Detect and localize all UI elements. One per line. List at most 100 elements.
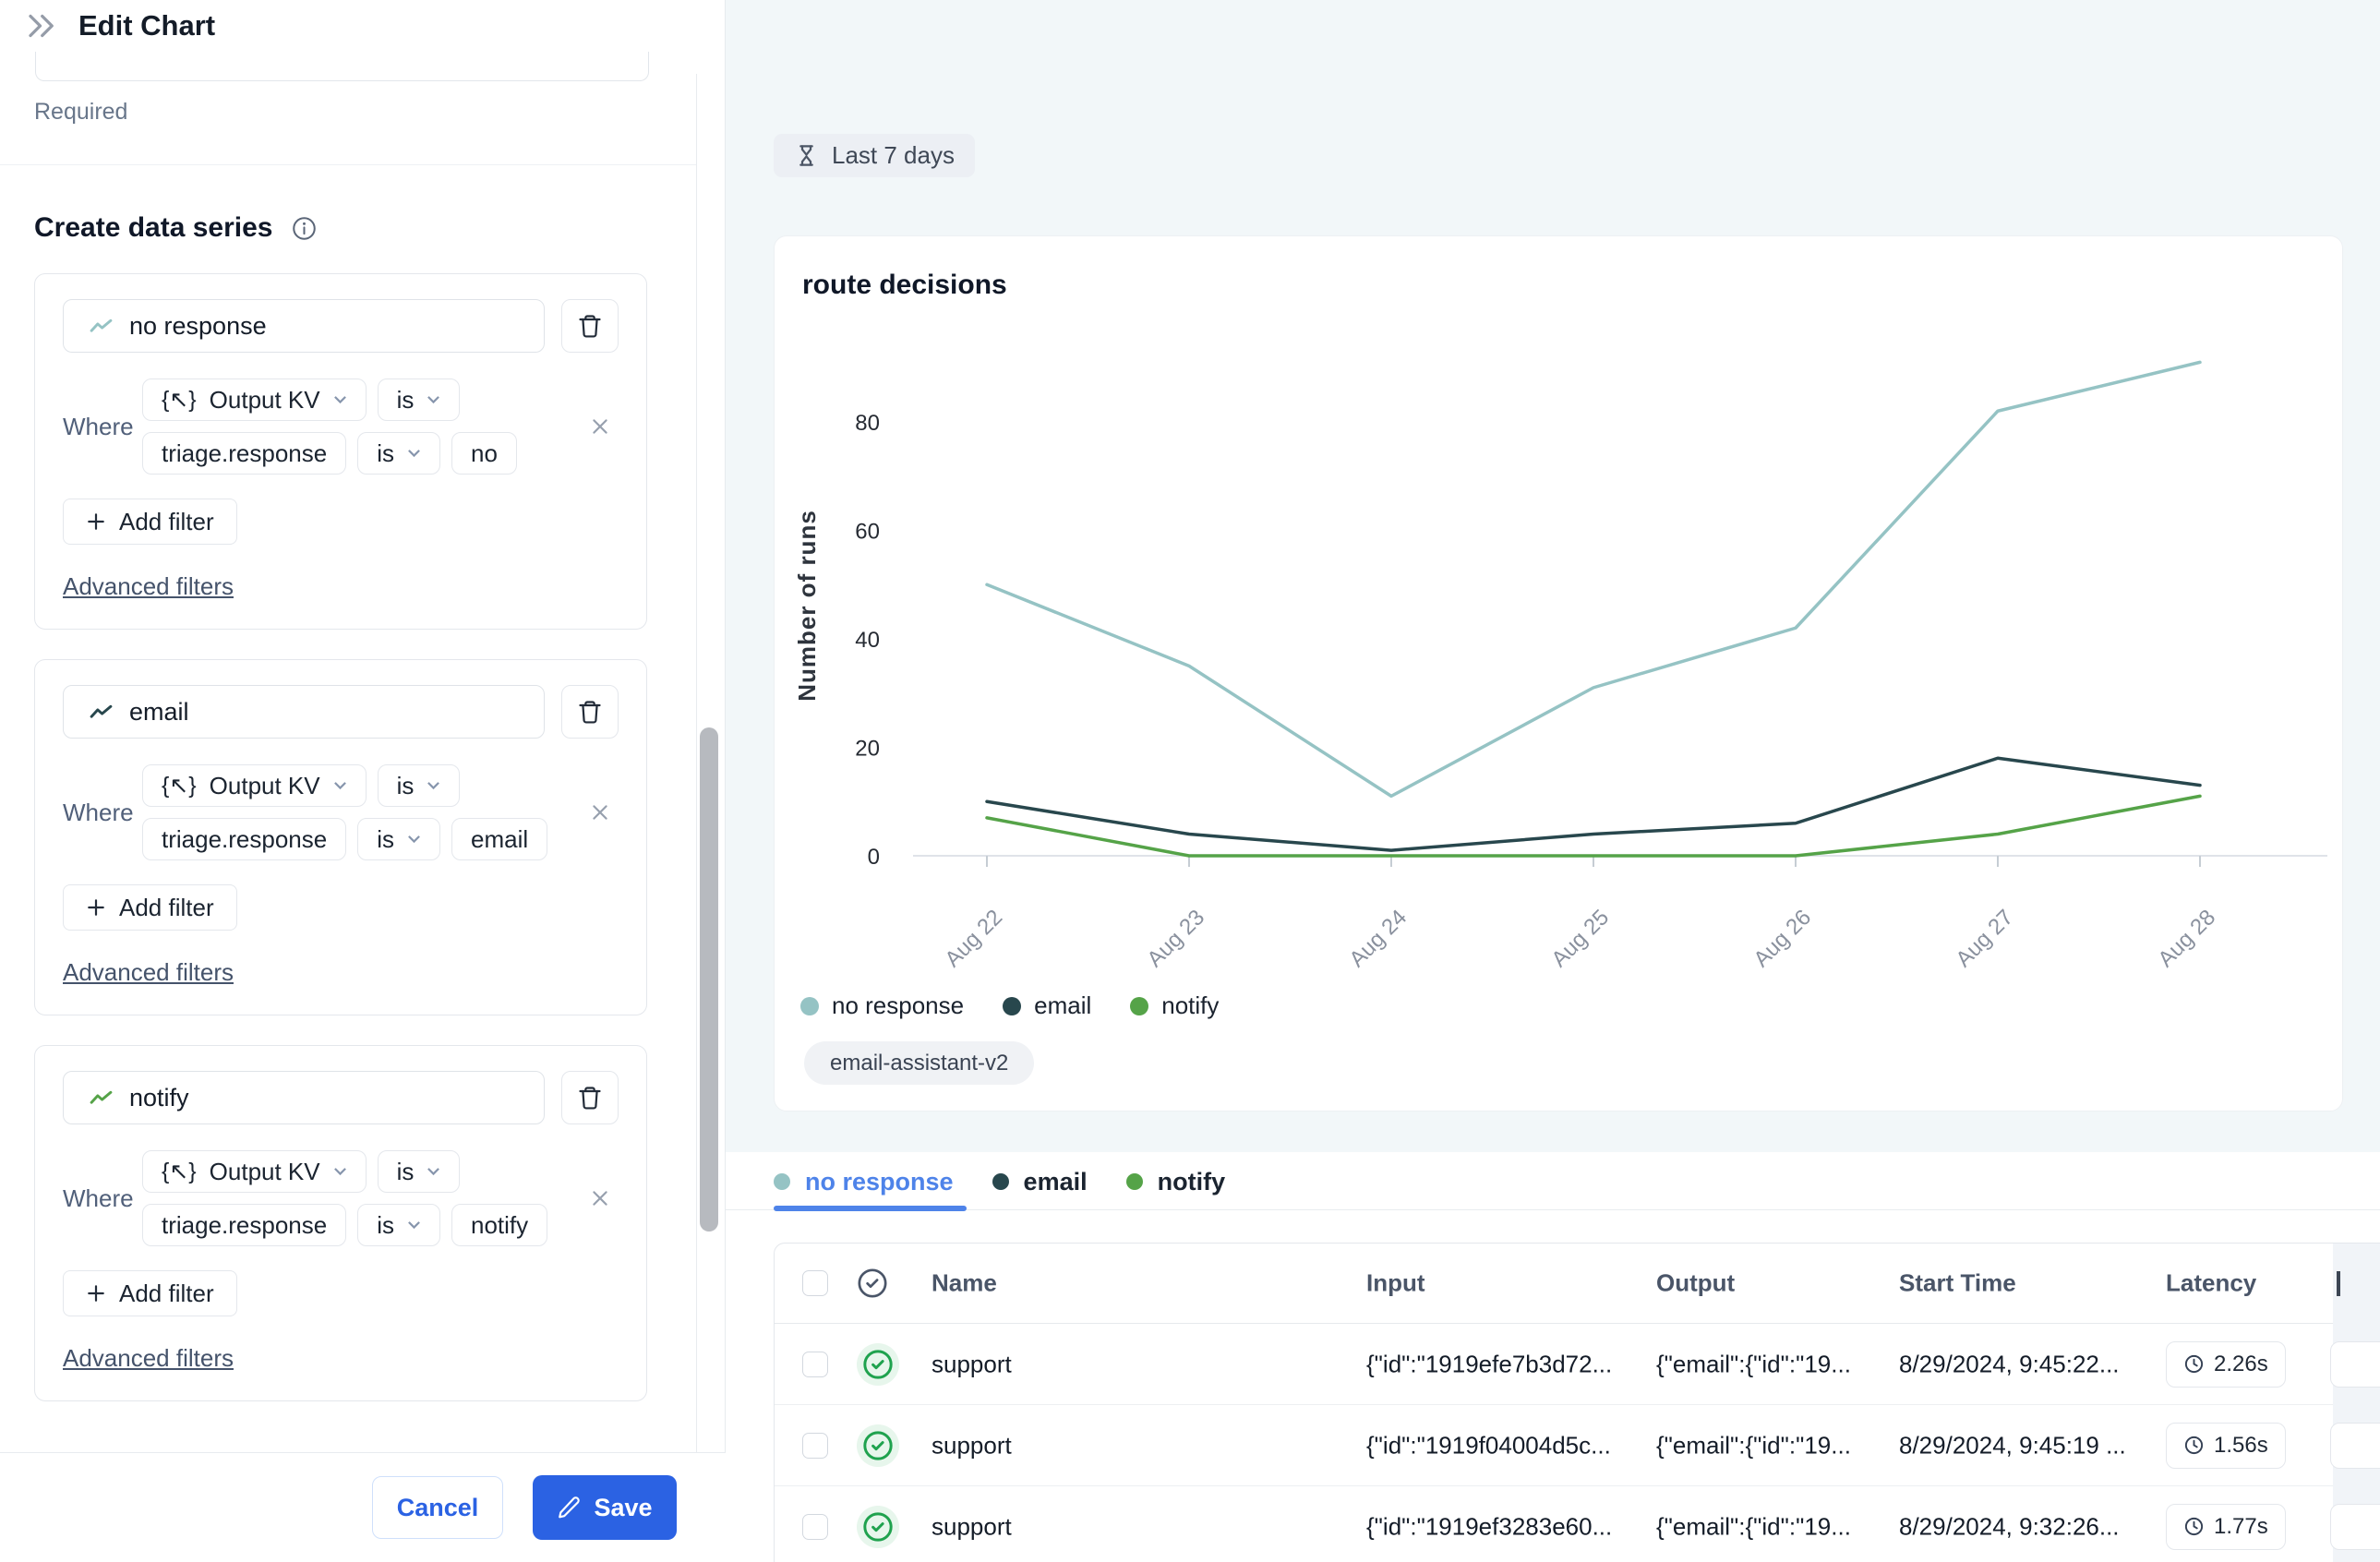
success-status-icon — [857, 1343, 899, 1386]
delete-series-button[interactable] — [561, 1071, 619, 1124]
column-header-name[interactable]: Name — [932, 1269, 997, 1298]
add-filter-button[interactable]: Add filter — [63, 1270, 237, 1316]
series-name-input[interactable]: email — [63, 685, 545, 739]
filter-key-operator-pill[interactable]: is — [357, 818, 440, 860]
status-column-icon[interactable] — [857, 1268, 888, 1299]
line-chart-svg: Aug 22Aug 23Aug 24Aug 25Aug 26Aug 27Aug … — [775, 236, 2344, 1112]
data-series-card: no response Where {↖} Output KV — [34, 273, 647, 630]
delete-series-button[interactable] — [561, 685, 619, 739]
legend-item[interactable]: email — [1003, 991, 1091, 1020]
run-output: {"email":{"id":"19... — [1656, 1431, 1887, 1460]
close-icon — [590, 416, 610, 437]
line-series-icon — [90, 703, 113, 720]
remove-filter-button[interactable] — [582, 408, 619, 445]
save-button[interactable]: Save — [533, 1475, 677, 1540]
filter-operator-pill[interactable]: is — [378, 378, 461, 421]
chevron-down-icon — [427, 395, 440, 404]
hourglass-icon — [794, 143, 819, 168]
filter-operator-pill[interactable]: is — [378, 764, 461, 807]
run-input: {"id":"1919f04004d5c... — [1366, 1431, 1643, 1460]
run-name[interactable]: support — [932, 1431, 1012, 1460]
legend-item[interactable]: no response — [800, 991, 964, 1020]
run-name[interactable]: support — [932, 1512, 1012, 1541]
filter-value-pill[interactable]: email — [451, 818, 547, 860]
run-start-time: 8/29/2024, 9:45:19 ... — [1899, 1431, 2153, 1460]
dataset-tag[interactable]: email-assistant-v2 — [804, 1041, 1034, 1085]
tab-notify[interactable]: notify — [1126, 1168, 1226, 1196]
advanced-filters-link[interactable]: Advanced filters — [63, 1344, 234, 1373]
chart-name-input-cutoff[interactable] — [35, 52, 649, 81]
chevron-down-icon — [407, 449, 421, 458]
panel-scrollbar[interactable] — [700, 727, 718, 1232]
where-label: Where — [63, 413, 142, 441]
column-header-output[interactable]: Output — [1656, 1269, 1887, 1298]
create-data-series-header: Create data series — [34, 212, 696, 244]
remove-filter-button[interactable] — [582, 794, 619, 831]
filter-field-pill[interactable]: {↖} Output KV — [142, 378, 367, 421]
chevron-down-icon — [427, 1167, 440, 1176]
chevron-down-icon — [427, 781, 440, 790]
svg-text:Aug 25: Aug 25 — [1546, 905, 1614, 972]
latency-badge: 2.26s — [2166, 1341, 2286, 1388]
remove-filter-button[interactable] — [582, 1180, 619, 1217]
collapse-panel-icon[interactable] — [25, 9, 58, 42]
legend-item[interactable]: notify — [1130, 991, 1219, 1020]
chart-legend: no response email notify — [800, 991, 1219, 1020]
svg-text:Aug 27: Aug 27 — [1951, 905, 2018, 972]
svg-text:20: 20 — [855, 737, 880, 762]
close-icon — [590, 1188, 610, 1208]
select-all-checkbox[interactable] — [802, 1270, 828, 1296]
panel-scroll-area: Required Create data series no response — [0, 52, 696, 1452]
section-title: Create data series — [34, 212, 273, 244]
panel-footer: Cancel Save — [0, 1452, 726, 1562]
filter-key-operator-pill[interactable]: is — [357, 1204, 440, 1246]
series-name-input[interactable]: no response — [63, 299, 545, 353]
panel-scroll-divider — [696, 74, 697, 1452]
table-row[interactable]: support {"id":"1919efe7b3d72... {"email"… — [775, 1324, 2380, 1405]
filter-value-pill[interactable]: notify — [451, 1204, 547, 1246]
run-name[interactable]: support — [932, 1350, 1012, 1378]
row-checkbox[interactable] — [802, 1514, 828, 1540]
filter-key-pill[interactable]: triage.response — [142, 1204, 346, 1246]
series-name-value: notify — [129, 1084, 189, 1112]
filter-field-pill[interactable]: {↖} Output KV — [142, 764, 367, 807]
filter-operator-pill[interactable]: is — [378, 1150, 461, 1193]
cutoff-column-fragment — [2337, 1271, 2340, 1296]
plus-icon — [86, 511, 106, 532]
cancel-button[interactable]: Cancel — [372, 1476, 503, 1539]
advanced-filters-link[interactable]: Advanced filters — [63, 572, 234, 601]
row-checkbox[interactable] — [802, 1352, 828, 1377]
add-filter-button[interactable]: Add filter — [63, 884, 237, 931]
run-output: {"email":{"id":"19... — [1656, 1512, 1887, 1541]
time-range-chip[interactable]: Last 7 days — [774, 134, 975, 177]
filter-key-pill[interactable]: triage.response — [142, 432, 346, 475]
table-header-row: Name Input Output Start Time Latency — [775, 1244, 2380, 1324]
results-section: no response email notify — [726, 1152, 2380, 1562]
run-start-time: 8/29/2024, 9:45:22... — [1899, 1350, 2153, 1378]
cutoff-badge — [2330, 1423, 2380, 1469]
add-filter-button[interactable]: Add filter — [63, 499, 237, 545]
table-row[interactable]: support {"id":"1919ef3283e60... {"email"… — [775, 1486, 2380, 1562]
row-checkbox[interactable] — [802, 1433, 828, 1459]
series-tabs: no response email notify — [774, 1163, 1225, 1200]
filter-key-operator-pill[interactable]: is — [357, 432, 440, 475]
filter-key-pill[interactable]: triage.response — [142, 818, 346, 860]
chart-card: route decisions Aug 22Aug 23Aug 24Aug 25… — [774, 235, 2343, 1111]
series-name-value: email — [129, 698, 189, 727]
tab-no-response[interactable]: no response — [774, 1168, 954, 1196]
svg-text:Aug 22: Aug 22 — [940, 905, 1007, 972]
advanced-filters-link[interactable]: Advanced filters — [63, 958, 234, 987]
tab-dot — [774, 1173, 790, 1190]
filter-value-pill[interactable]: no — [451, 432, 517, 475]
series-name-input[interactable]: notify — [63, 1071, 545, 1124]
filter-field-pill[interactable]: {↖} Output KV — [142, 1150, 367, 1193]
table-row[interactable]: support {"id":"1919f04004d5c... {"email"… — [775, 1405, 2380, 1486]
run-input: {"id":"1919efe7b3d72... — [1366, 1350, 1643, 1378]
column-header-input[interactable]: Input — [1366, 1269, 1643, 1298]
info-icon[interactable] — [292, 216, 317, 241]
output-kv-icon: {↖} — [162, 1158, 197, 1185]
column-header-start-time[interactable]: Start Time — [1899, 1269, 2153, 1298]
column-header-latency[interactable]: Latency — [2166, 1269, 2256, 1298]
tab-email[interactable]: email — [992, 1168, 1088, 1196]
delete-series-button[interactable] — [561, 299, 619, 353]
